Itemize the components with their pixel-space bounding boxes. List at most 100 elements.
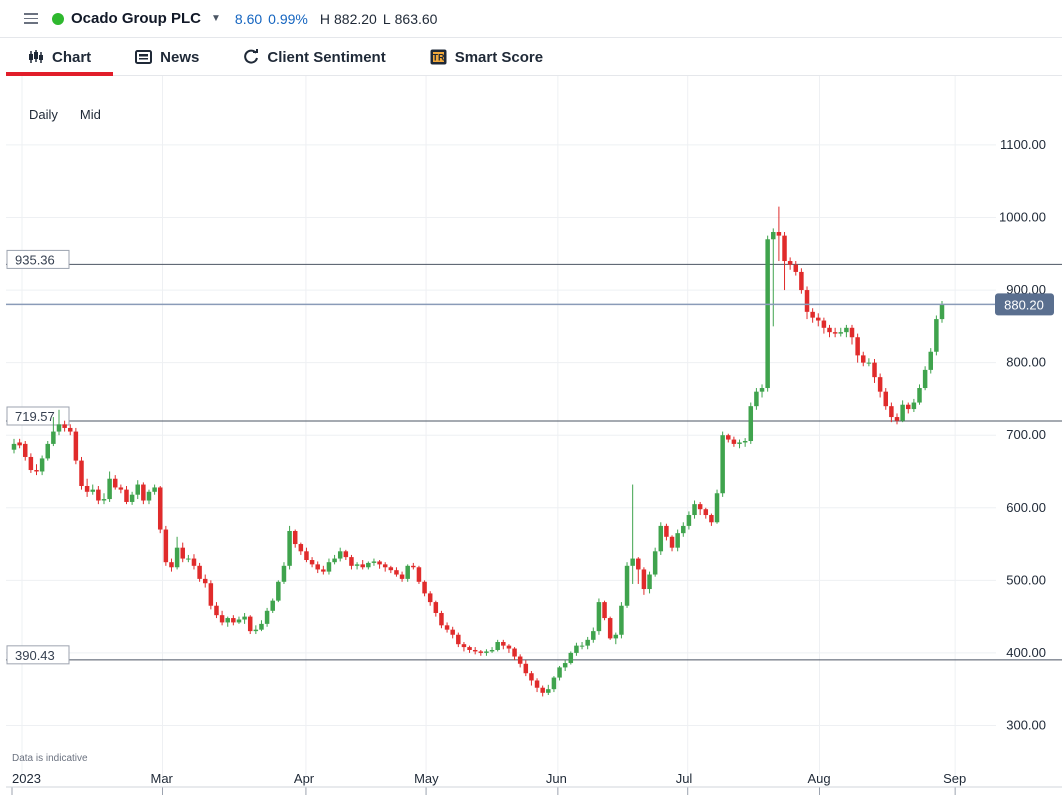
candle-body <box>276 581 281 601</box>
x-axis-tick-label: 2023 <box>12 771 41 786</box>
candle-body <box>45 443 50 459</box>
smart-score-icon: TR <box>430 49 447 65</box>
tab-client-sentiment-label: Client Sentiment <box>267 48 386 66</box>
y-axis-tick-label: 1100.00 <box>1000 137 1046 152</box>
candle-body <box>326 562 332 572</box>
candle-body <box>354 564 360 566</box>
candle-body <box>776 232 782 236</box>
candle-body <box>636 558 641 570</box>
candle-body <box>377 561 382 565</box>
high-label: H <box>319 10 330 27</box>
candle-body <box>337 551 343 559</box>
candle-body <box>34 470 39 472</box>
candle-body <box>416 567 422 582</box>
instrument-name[interactable]: Ocado Group PLC <box>71 10 201 27</box>
candle-body <box>124 489 129 502</box>
newspaper-icon <box>135 50 153 64</box>
x-axis-tick-label: Aug <box>807 771 830 786</box>
candle-body <box>517 656 523 664</box>
candle-body <box>484 651 489 653</box>
candle-body <box>838 332 844 334</box>
horizontal-level-label: 935.36 <box>15 252 55 267</box>
candle-body <box>208 583 214 606</box>
tab-chart[interactable]: Chart <box>6 39 114 76</box>
tab-chart-label: Chart <box>52 48 92 66</box>
candle-body <box>911 402 917 410</box>
candle-body <box>427 593 433 603</box>
candle-body <box>349 557 354 566</box>
candlestick-icon <box>29 50 43 63</box>
candle-body <box>624 565 630 606</box>
candle-body <box>709 515 714 523</box>
candle-body <box>405 565 410 579</box>
candle-body <box>118 487 124 490</box>
candle-body <box>467 647 472 650</box>
candle-body <box>765 239 770 389</box>
candle-body <box>366 562 371 568</box>
candle-body <box>478 651 484 653</box>
tab-smart-score[interactable]: TR Smart Score <box>408 39 565 75</box>
candle-body <box>900 404 905 421</box>
candle-body <box>456 634 461 645</box>
menu-icon[interactable] <box>24 13 38 24</box>
x-axis-tick-label: Jul <box>676 771 693 786</box>
candle-body <box>883 391 889 407</box>
candle-body <box>889 406 894 418</box>
y-axis-tick-label: 500.00 <box>1006 572 1046 587</box>
candle-body <box>73 431 79 461</box>
candle-body <box>382 564 388 568</box>
candle-body <box>321 569 326 572</box>
y-axis-tick-label: 1000.00 <box>999 210 1046 225</box>
candle-body <box>568 652 574 664</box>
candle-body <box>450 629 455 635</box>
candle-body <box>146 491 152 501</box>
candle-body <box>84 485 90 492</box>
candle-body <box>501 642 506 646</box>
candle-body <box>602 602 607 619</box>
candle-body <box>292 530 298 545</box>
candle-body <box>523 663 529 674</box>
candle-body <box>928 351 934 370</box>
tab-news[interactable]: News <box>113 39 221 75</box>
candle-body <box>180 547 185 559</box>
x-axis-tick-label: May <box>414 771 439 786</box>
candle-body <box>681 525 686 534</box>
chevron-down-icon[interactable]: ▼ <box>211 13 221 24</box>
candle-body <box>461 644 467 648</box>
candle-body <box>675 533 680 548</box>
candle-body <box>591 631 596 640</box>
candle-body <box>939 304 945 320</box>
candle-body <box>866 362 872 364</box>
candle-body <box>804 290 810 312</box>
candle-body <box>315 564 320 570</box>
candle-body <box>557 667 562 678</box>
candle-body <box>129 494 135 502</box>
candle-body <box>411 565 416 568</box>
horizontal-level-label: 719.57 <box>15 409 55 424</box>
candle-body <box>731 439 737 444</box>
tab-client-sentiment[interactable]: Client Sentiment <box>221 39 407 75</box>
candle-body <box>906 404 911 410</box>
candle-body <box>489 649 495 652</box>
candle-body <box>714 493 720 523</box>
candle-body <box>697 504 703 510</box>
candle-body <box>253 629 259 632</box>
candle-body <box>720 435 725 494</box>
x-axis-tick-label: Mar <box>151 771 174 786</box>
candle-body <box>399 574 405 579</box>
candle-body <box>231 618 236 623</box>
candle-body <box>186 558 191 560</box>
candle-body <box>214 605 219 616</box>
candle-body <box>433 602 439 613</box>
candle-body <box>191 558 197 566</box>
candle-body <box>894 417 900 421</box>
candle-body <box>619 605 624 635</box>
price-chart[interactable]: 1100.001000.00900.00800.00700.00600.0050… <box>6 76 1062 795</box>
candle-body <box>360 564 365 568</box>
candle-body <box>877 377 883 392</box>
candle-body <box>692 504 697 516</box>
candle-body <box>630 558 635 566</box>
candle-body <box>11 443 17 450</box>
y-axis-tick-label: 600.00 <box>1006 500 1046 515</box>
candle-body <box>169 562 174 568</box>
